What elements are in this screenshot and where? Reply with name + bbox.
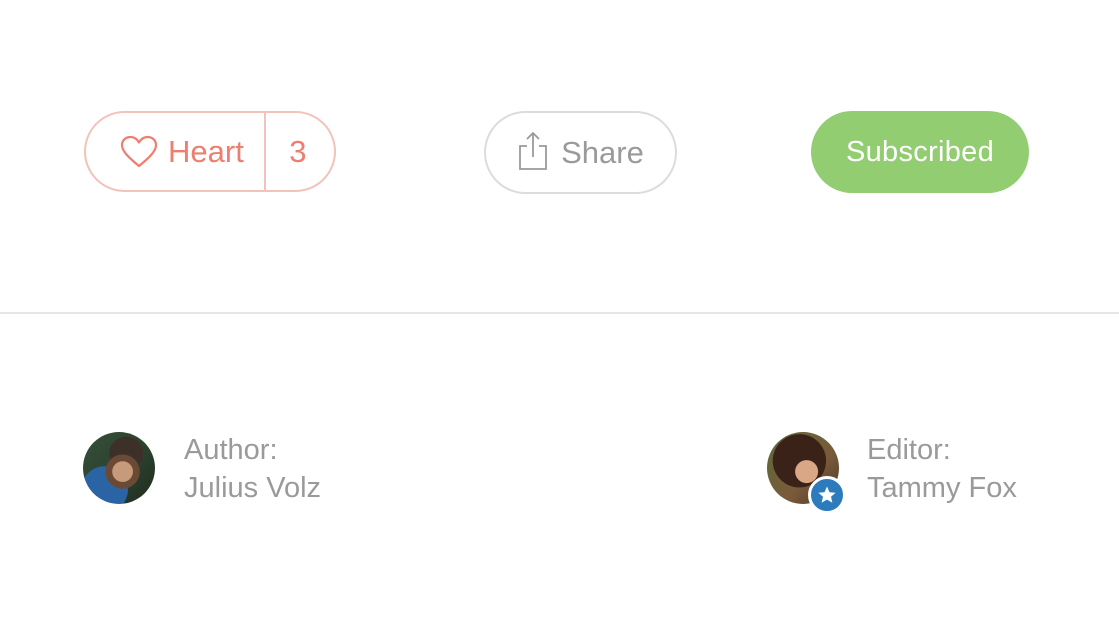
author-role-label: Author:	[184, 434, 278, 466]
heart-count: 3	[289, 133, 307, 169]
heart-label: Heart	[168, 133, 244, 169]
share-label: Share	[561, 134, 644, 170]
author-info: Author: Julius Volz	[184, 431, 321, 507]
heart-button[interactable]: Heart 3	[84, 111, 336, 192]
editor-role-label: Editor:	[867, 434, 951, 466]
heart-icon	[120, 135, 158, 167]
editor-info: Editor: Tammy Fox	[867, 431, 1017, 507]
star-icon	[818, 486, 836, 503]
heart-button-main[interactable]: Heart	[86, 113, 266, 190]
author-avatar[interactable]	[83, 432, 155, 504]
editor-badge	[808, 476, 846, 514]
page: Heart 3 Share Subscribed Author: Julius …	[0, 0, 1119, 624]
share-icon	[519, 131, 548, 170]
author-name[interactable]: Julius Volz	[184, 469, 321, 507]
subscribed-button[interactable]: Subscribed	[811, 111, 1029, 193]
share-button[interactable]: Share	[484, 111, 677, 194]
editor-name[interactable]: Tammy Fox	[867, 469, 1017, 507]
divider	[0, 312, 1119, 314]
